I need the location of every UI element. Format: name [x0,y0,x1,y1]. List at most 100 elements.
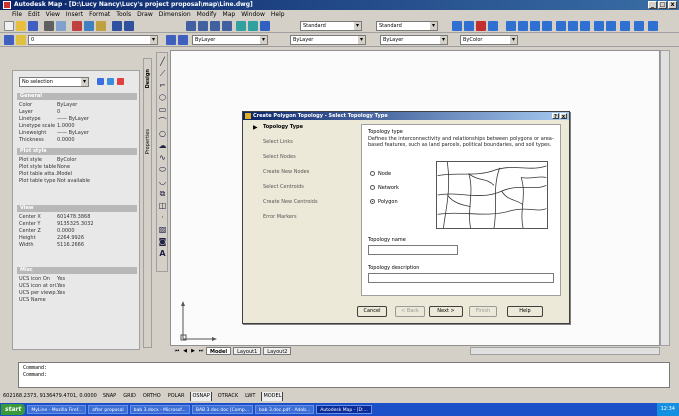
map-tool-9-icon[interactable] [606,21,616,31]
menu-tools[interactable]: Tools [116,10,131,19]
menu-map[interactable]: Map [223,10,236,19]
text-style-combo[interactable]: Standard [300,21,362,31]
next-tab-icon[interactable]: ▶ [190,348,196,354]
last-tab-icon[interactable]: ⏭ [198,348,204,354]
make-current-icon[interactable] [166,35,176,45]
taskbar-item[interactable]: BAB 3.doc.doc [Comp... [191,405,254,414]
copy-icon[interactable] [84,21,94,31]
redo-icon[interactable] [124,21,134,31]
step-select-links[interactable]: Select Links [263,139,293,146]
menu-edit[interactable]: Edit [28,10,40,19]
maximize-button[interactable]: □ [658,1,667,9]
section-plot-style[interactable]: Plot style [17,148,137,155]
region-icon[interactable]: ◙ [158,237,167,246]
construction-line-icon[interactable]: ⟋ [158,69,167,78]
radio-polygon[interactable]: Polygon [370,199,398,206]
app-icon[interactable] [3,1,11,9]
map-tool-12-icon[interactable] [648,21,658,31]
make-block-icon[interactable]: ◫ [158,201,167,210]
menu-help[interactable]: Help [271,10,285,19]
step-error-markers[interactable]: Error Markers [263,214,297,221]
horizontal-scrollbar[interactable] [470,347,660,355]
topology-name-input[interactable] [368,245,458,255]
menu-file[interactable]: File [12,10,22,19]
zoom-previous-icon[interactable] [222,21,232,31]
ellipse-icon[interactable]: ⬭ [158,165,167,174]
side-tab-properties[interactable]: Properties [145,129,152,154]
select-objects-icon[interactable] [107,78,114,85]
command-prompt[interactable]: Command: [23,372,665,379]
pan-icon[interactable] [186,21,196,31]
tab-model[interactable]: Model [206,347,232,355]
line-icon[interactable]: ╱ [158,57,167,66]
cut-icon[interactable] [72,21,82,31]
section-view[interactable]: View [17,205,137,212]
dialog-close-button[interactable]: x [560,113,567,120]
revision-cloud-icon[interactable]: ☁ [158,141,167,150]
start-button[interactable]: start [1,404,26,415]
multiline-text-icon[interactable]: A [158,249,167,258]
radio-button-icon[interactable] [370,171,375,176]
print-preview-icon[interactable] [56,21,66,31]
taskbar-item[interactable]: MyLine - Mozilla Firef... [27,405,87,414]
map-tool-8-icon[interactable] [594,21,604,31]
radio-button-selected-icon[interactable] [370,199,375,204]
map-layer-icon[interactable] [488,21,498,31]
rectangle-icon[interactable]: ▭ [158,105,167,114]
layer-previous-icon[interactable] [178,35,188,45]
properties-icon[interactable] [236,21,246,31]
section-misc[interactable]: Misc [17,267,137,274]
lwt-toggle[interactable]: LWT [244,392,256,401]
arc-icon[interactable]: ⌒ [158,117,167,126]
close-button[interactable]: x [668,1,677,9]
map-tool-2-icon[interactable] [518,21,528,31]
polyline-icon[interactable]: ⌐ [158,81,167,90]
open-folder-icon[interactable] [16,21,26,31]
undo-icon[interactable] [112,21,122,31]
lineweight-combo[interactable]: ByLayer [380,35,448,45]
polygon-icon[interactable]: ⬡ [158,93,167,102]
radio-node[interactable]: Node [370,171,391,178]
taskbar-item[interactable]: after proposal [88,405,128,414]
layer-combo[interactable]: 0 [28,35,158,45]
minimize-button[interactable]: _ [648,1,657,9]
menu-insert[interactable]: Insert [66,10,83,19]
selection-dropdown[interactable]: No selection [19,77,89,87]
step-select-centroids[interactable]: Select Centroids [263,184,304,191]
step-create-new-nodes[interactable]: Create New Nodes [263,169,309,176]
print-icon[interactable] [44,21,54,31]
snap-toggle[interactable]: SNAP [102,392,117,401]
map-tool-3-icon[interactable] [530,21,540,31]
next-button[interactable]: Next > [429,306,463,317]
layer-state-icon[interactable] [16,35,26,45]
zoom-window-icon[interactable] [210,21,220,31]
command-line[interactable]: Command: Command: [18,362,670,388]
system-clock[interactable]: 12:34 [656,403,679,416]
save-icon[interactable] [28,21,38,31]
color-combo[interactable]: ByLayer [192,35,268,45]
help-button[interactable]: Help [507,306,543,317]
coordinate-readout[interactable]: 602168.2373, 9136479.4701, 0.0000 [3,392,97,401]
map-tool-6-icon[interactable] [568,21,578,31]
paste-icon[interactable] [96,21,106,31]
linetype-combo[interactable]: ByLayer [290,35,366,45]
menu-dimension[interactable]: Dimension [159,10,191,19]
new-file-icon[interactable] [4,21,14,31]
step-topology-type[interactable]: Topology Type [263,124,303,131]
tool-palettes-icon[interactable] [260,21,270,31]
menu-view[interactable]: View [46,10,60,19]
side-tab-design[interactable]: Design [145,69,152,88]
hatch-icon[interactable]: ▨ [158,225,167,234]
quick-select-icon[interactable] [117,78,124,85]
insert-block-icon[interactable]: ⧉ [158,189,167,198]
menu-modify[interactable]: Modify [197,10,217,19]
map-topology-icon[interactable] [476,21,486,31]
section-general[interactable]: General [17,93,137,100]
map-tool-5-icon[interactable] [556,21,566,31]
taskbar-item[interactable]: bab 3.doc.pdf - Adob... [255,405,315,414]
first-tab-icon[interactable]: ⏮ [174,348,180,354]
back-button[interactable]: < Back [395,306,425,317]
map-tool-1-icon[interactable] [506,21,516,31]
menu-draw[interactable]: Draw [137,10,153,19]
spline-icon[interactable]: ∿ [158,153,167,162]
